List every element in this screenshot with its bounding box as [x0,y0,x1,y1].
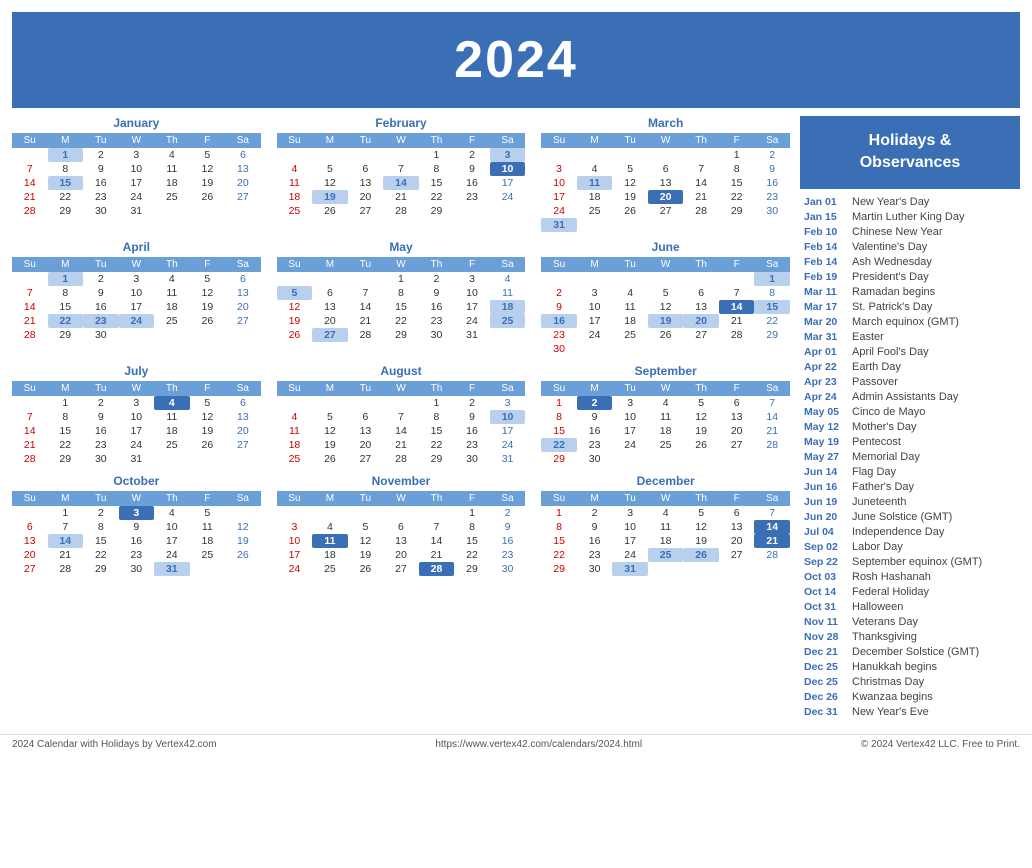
holiday-item: Dec 31New Year's Eve [800,705,1020,720]
holiday-item: Feb 10Chinese New Year [800,225,1020,240]
holiday-item: Nov 11Veterans Day [800,615,1020,630]
holiday-item: May 27Memorial Day [800,450,1020,465]
cal-october: SuMTuWThFSa 12 3 4 5 6 7891011 12 [12,491,261,576]
page: 2024 January SuMTuWThFSa 1 2345 6 [0,0,1032,868]
holiday-item: Apr 23Passover [800,375,1020,390]
month-december: December SuMTuWThFSa 1 23456 7 8 9101112… [541,474,790,576]
months-grid: January SuMTuWThFSa 1 2345 6 7 89101112 [12,116,790,576]
cal-november: SuMTuWThFSa 1 2 3 45678 9 10 11 [277,491,526,576]
holiday-item: Jun 14Flag Day [800,465,1020,480]
holiday-item: Apr 01April Fool's Day [800,345,1020,360]
holiday-item: Mar 11Ramadan begins [800,285,1020,300]
holiday-item: May 12Mother's Day [800,420,1020,435]
holiday-item: Mar 17St. Patrick's Day [800,300,1020,315]
holiday-item: Feb 14Ash Wednesday [800,255,1020,270]
holiday-item: Jan 15Martin Luther King Day [800,210,1020,225]
month-march: March SuMTuWThFSa 1 2 3 45678 9 [541,116,790,232]
holiday-list: Jan 01New Year's DayJan 15Martin Luther … [800,195,1020,720]
month-november: November SuMTuWThFSa 1 2 3 45678 9 [277,474,526,576]
cal-march: SuMTuWThFSa 1 2 3 45678 9 10 11 [541,133,790,232]
month-title-october: October [12,474,261,488]
holiday-item: Oct 14Federal Holiday [800,585,1020,600]
holiday-item: May 05Cinco de Mayo [800,405,1020,420]
footer-left: 2024 Calendar with Holidays by Vertex42.… [12,739,217,750]
month-title-july: July [12,364,261,378]
footer-center: https://www.vertex42.com/calendars/2024.… [435,739,642,750]
holiday-item: Apr 24Admin Assistants Day [800,390,1020,405]
month-title-march: March [541,116,790,130]
cal-december: SuMTuWThFSa 1 23456 7 8 910111213 14 [541,491,790,576]
month-title-february: February [277,116,526,130]
cal-september: SuMTuWThFSa 1 2 3456 7 8 910111213 14 [541,381,790,466]
cal-july: SuMTuWThFSa 123 4 5 6 7 89101112 13 [12,381,261,466]
holiday-item: Dec 26Kwanzaa begins [800,690,1020,705]
sidebar: Holidays &Observances Jan 01New Year's D… [800,116,1020,720]
month-title-september: September [541,364,790,378]
cal-may: SuMTuWThFSa 123 4 5 678910 11 12 1314 [277,257,526,342]
cal-february: SuMTuWThFSa 12 3 4 56789 10 11 1213 [277,133,526,218]
month-september: September SuMTuWThFSa 1 2 3456 7 8 91011… [541,364,790,466]
sidebar-header: Holidays &Observances [800,116,1020,189]
footer: 2024 Calendar with Holidays by Vertex42.… [0,734,1032,754]
holiday-item: May 19Pentecost [800,435,1020,450]
holiday-item: Dec 25Christmas Day [800,675,1020,690]
year-header: 2024 [12,12,1020,108]
month-may: May SuMTuWThFSa 123 4 5 678910 11 [277,240,526,356]
cal-april: SuMTuWThFSa 1 2345 6 7 89101112 13 [12,257,261,342]
cal-june: SuMTuWThFSa 1 2 34567 8 9 10111213 [541,257,790,356]
month-february: February SuMTuWThFSa 12 3 4 56789 10 [277,116,526,232]
main-content: January SuMTuWThFSa 1 2345 6 7 89101112 [0,108,1032,728]
holiday-item: Jun 20June Solstice (GMT) [800,510,1020,525]
month-january: January SuMTuWThFSa 1 2345 6 7 89101112 [12,116,261,232]
holiday-item: Apr 22Earth Day [800,360,1020,375]
holiday-item: Jul 04Independence Day [800,525,1020,540]
year-title: 2024 [22,30,1010,90]
month-october: October SuMTuWThFSa 12 3 4 5 6 7891011 [12,474,261,576]
holiday-item: Dec 25Hanukkah begins [800,660,1020,675]
holiday-item: Nov 28Thanksgiving [800,630,1020,645]
month-title-november: November [277,474,526,488]
cal-january: SuMTuWThFSa 1 2345 6 7 89101112 13 [12,133,261,218]
month-april: April SuMTuWThFSa 1 2345 6 7 89101112 1 [12,240,261,356]
holiday-item: Oct 03Rosh Hashanah [800,570,1020,585]
holiday-item: Oct 31Halloween [800,600,1020,615]
cal-august: SuMTuWThFSa 12 3 4 56789 10 11 121314 [277,381,526,466]
footer-right: © 2024 Vertex42 LLC. Free to Print. [861,739,1020,750]
month-title-august: August [277,364,526,378]
month-title-may: May [277,240,526,254]
holiday-item: Jun 19Juneteenth [800,495,1020,510]
holiday-item: Feb 19President's Day [800,270,1020,285]
month-july: July SuMTuWThFSa 123 4 5 6 7 89101112 13 [12,364,261,466]
month-august: August SuMTuWThFSa 12 3 4 56789 10 [277,364,526,466]
holiday-item: Dec 21December Solstice (GMT) [800,645,1020,660]
holiday-item: Sep 22September equinox (GMT) [800,555,1020,570]
holiday-item: Mar 20March equinox (GMT) [800,315,1020,330]
month-june: June SuMTuWThFSa 1 2 34567 8 [541,240,790,356]
month-title-december: December [541,474,790,488]
holiday-item: Feb 14Valentine's Day [800,240,1020,255]
holiday-item: Jun 16Father's Day [800,480,1020,495]
holiday-item: Mar 31Easter [800,330,1020,345]
holiday-item: Jan 01New Year's Day [800,195,1020,210]
holiday-item: Sep 02Labor Day [800,540,1020,555]
month-title-april: April [12,240,261,254]
month-title-january: January [12,116,261,130]
month-title-june: June [541,240,790,254]
calendars-area: January SuMTuWThFSa 1 2345 6 7 89101112 [12,116,790,720]
